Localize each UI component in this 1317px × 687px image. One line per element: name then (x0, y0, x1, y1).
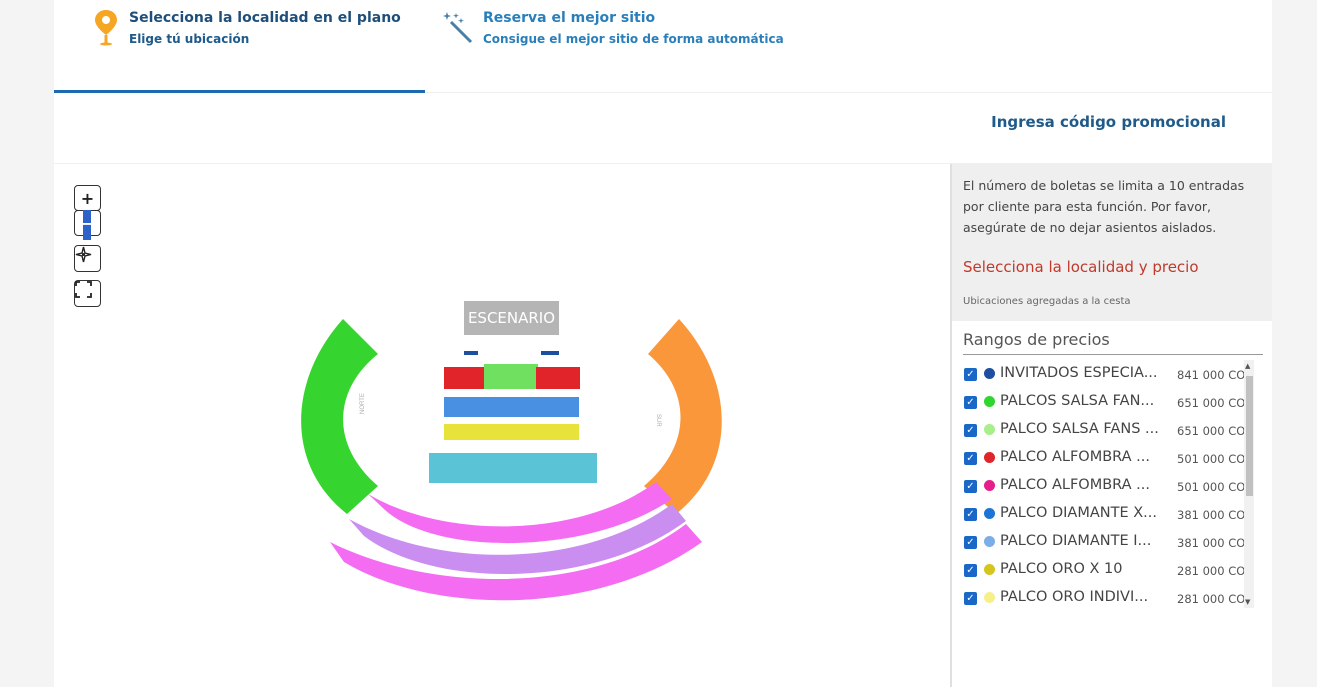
range-price: 651 000 COP (1177, 396, 1248, 410)
price-range-row[interactable]: ✓ PALCO ORO INDIVI... 281 000 COP (963, 584, 1253, 608)
range-name: PALCO ORO INDIVI... (1000, 589, 1149, 605)
range-price: 281 000 COP (1177, 592, 1248, 606)
range-name: INVITADOS ESPECIA... (1000, 365, 1158, 381)
color-dot (984, 452, 995, 463)
seat-block-invitados-2 (541, 351, 559, 355)
sur-label: SUR (655, 414, 661, 427)
section-norte (301, 319, 378, 514)
step-title: Reserva el mejor sitio (483, 10, 656, 26)
price-range-row[interactable]: ✓ INVITADOS ESPECIA... 841 000 COP (963, 360, 1253, 388)
range-name: PALCO ORO X 10 (1000, 561, 1123, 577)
scrollbar-thumb[interactable] (1246, 376, 1253, 496)
seat-block-oro (444, 424, 579, 440)
range-price: 841 000 COP (1177, 368, 1248, 382)
color-dot (984, 564, 995, 575)
price-range-row[interactable]: ✓ PALCO SALSA FANS ... 651 000 COP (963, 416, 1253, 444)
step-subtitle: Consigue el mejor sitio de forma automát… (483, 32, 784, 46)
step-select-location[interactable]: Selecciona la localidad en el plano Elig… (54, 0, 425, 93)
range-price: 651 000 COP (1177, 424, 1248, 438)
price-range-row[interactable]: ✓ PALCOS SALSA FAN... 651 000 COP (963, 388, 1253, 416)
scroll-down-icon[interactable]: ▼ (1245, 598, 1250, 606)
step-title: Selecciona la localidad en el plano (129, 10, 401, 26)
seat-block-diamante (444, 397, 579, 417)
seat-block-alfombra-left (444, 367, 488, 389)
price-range-list[interactable]: ✓ INVITADOS ESPECIA... 841 000 COP ✓ PAL… (963, 360, 1263, 608)
plus-icon: + (80, 188, 95, 208)
price-ranges-title: Rangos de precios (963, 330, 1110, 349)
checkbox[interactable]: ✓ (964, 368, 977, 381)
seat-block-salsa (484, 364, 538, 389)
color-dot (984, 508, 995, 519)
range-name: PALCO ALFOMBRA ... (1000, 477, 1151, 493)
seat-block-alfombra-right (536, 367, 580, 389)
norte-label: NORTE (360, 393, 366, 414)
ticket-page: Selecciona la localidad en el plano Elig… (54, 0, 1272, 687)
zoom-out-button[interactable]: − (74, 210, 101, 236)
venue-plan[interactable]: NORTE SUR (54, 164, 950, 687)
seat-map[interactable]: NORTE SUR ESCENARIO + − (54, 164, 950, 687)
stage: ESCENARIO (464, 301, 559, 335)
checkbox[interactable]: ✓ (964, 424, 977, 437)
color-dot (984, 424, 995, 435)
price-range-row[interactable]: ✓ PALCO DIAMANTE X... 381 000 COP (963, 500, 1253, 528)
step-subtitle: Elige tú ubicación (129, 32, 250, 46)
checkbox[interactable]: ✓ (964, 564, 977, 577)
range-name: PALCOS SALSA FAN... (1000, 393, 1155, 409)
divider (963, 354, 1263, 355)
checkbox[interactable]: ✓ (964, 452, 977, 465)
minus-icon: − (80, 213, 95, 233)
range-name: PALCO DIAMANTE I... (1000, 533, 1152, 549)
checkbox[interactable]: ✓ (964, 480, 977, 493)
range-price: 501 000 COP (1177, 480, 1248, 494)
map-pin-icon (95, 10, 117, 46)
range-name: PALCO SALSA FANS ... (1000, 421, 1159, 437)
checkbox[interactable]: ✓ (964, 592, 977, 605)
recenter-button[interactable] (74, 245, 101, 272)
range-price: 501 000 COP (1177, 452, 1248, 466)
color-dot (984, 592, 995, 603)
magic-wand-icon (443, 12, 473, 44)
range-price: 381 000 COP (1177, 508, 1248, 522)
select-prompt: Selecciona la localidad y precio (963, 258, 1199, 276)
checkbox[interactable]: ✓ (964, 396, 977, 409)
color-dot (984, 396, 995, 407)
color-dot (984, 368, 995, 379)
scroll-up-icon[interactable]: ▲ (1245, 362, 1250, 370)
cart-label: Ubicaciones agregadas a la cesta (963, 296, 1131, 307)
range-name: PALCO ALFOMBRA ... (1000, 449, 1151, 465)
compass-icon (75, 246, 92, 263)
list-scrollbar[interactable]: ▲ ▼ (1244, 360, 1254, 608)
range-price: 381 000 COP (1177, 536, 1248, 550)
price-range-row[interactable]: ✓ PALCO ALFOMBRA ... 501 000 COP (963, 472, 1253, 500)
color-dot (984, 536, 995, 547)
checkbox[interactable]: ✓ (964, 508, 977, 521)
step-best-seat[interactable]: Reserva el mejor sitio Consigue el mejor… (425, 0, 825, 93)
checkbox[interactable]: ✓ (964, 536, 977, 549)
zoom-in-button[interactable]: + (74, 185, 101, 211)
sidebar: El número de boletas se limita a 10 entr… (950, 164, 1272, 687)
seat-block-invitados-1 (464, 351, 478, 355)
promo-code-link[interactable]: Ingresa código promocional (991, 113, 1226, 131)
price-range-row[interactable]: ✓ PALCO DIAMANTE I... 381 000 COP (963, 528, 1253, 556)
seat-block-plata (429, 453, 597, 483)
price-range-row[interactable]: ✓ PALCO ORO X 10 281 000 COP (963, 556, 1253, 584)
ticket-limit-notice: El número de boletas se limita a 10 entr… (963, 178, 1245, 235)
range-price: 281 000 COP (1177, 564, 1248, 578)
color-dot (984, 480, 995, 491)
fullscreen-button[interactable] (74, 280, 101, 307)
range-name: PALCO DIAMANTE X... (1000, 505, 1157, 521)
fullscreen-icon (75, 281, 92, 298)
price-range-row[interactable]: ✓ PALCO ALFOMBRA ... 501 000 COP (963, 444, 1253, 472)
steps-header: Selecciona la localidad en el plano Elig… (54, 0, 1272, 93)
notice-panel: El número de boletas se limita a 10 entr… (952, 164, 1272, 321)
